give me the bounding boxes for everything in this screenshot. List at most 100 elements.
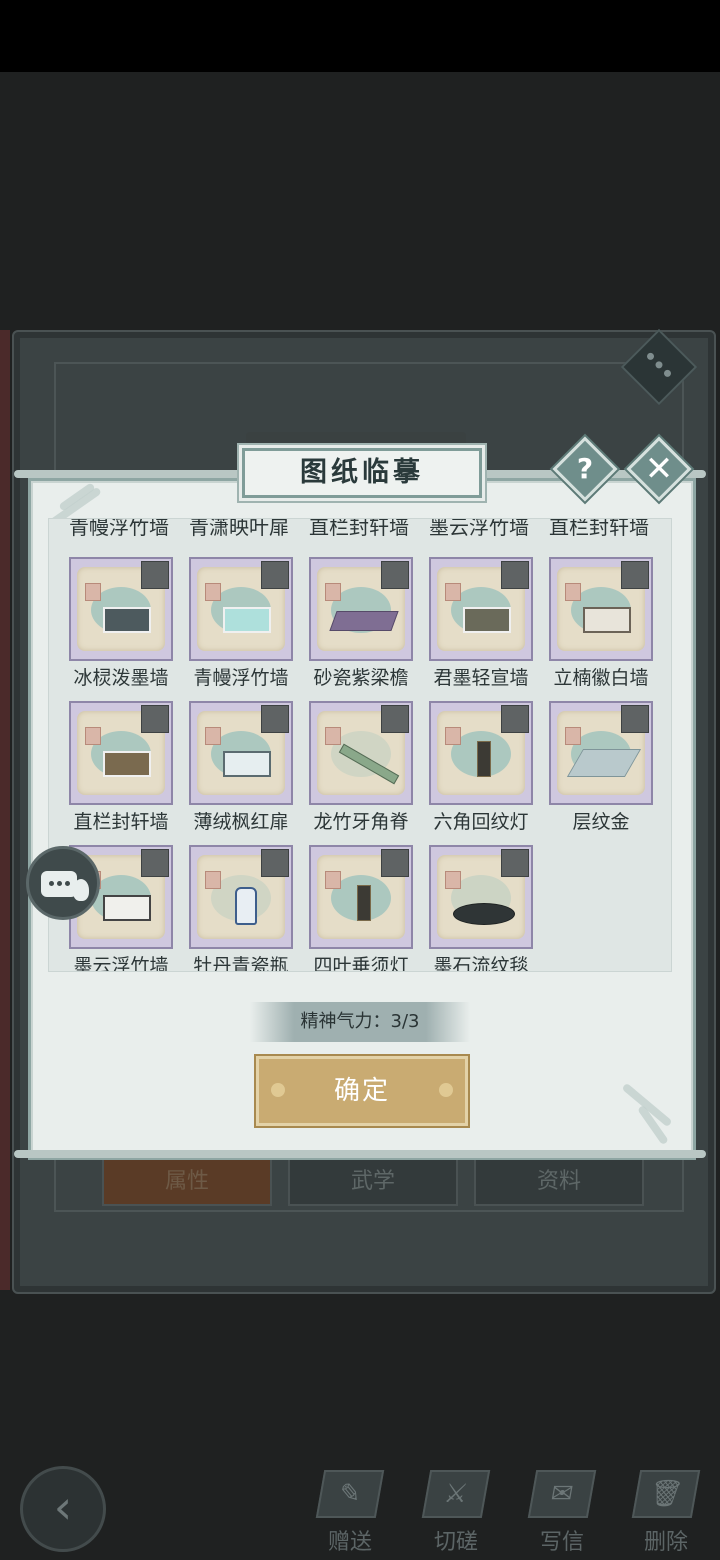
- bubble-dot: [65, 881, 70, 886]
- partial-item-label: 青潇映叶扉: [189, 519, 289, 539]
- delete-button: 🗑 删除: [620, 1470, 712, 1555]
- chat-bubble-icon: [41, 871, 77, 897]
- tab-attributes: 属性: [102, 1158, 272, 1206]
- flower-ornament-icon: [439, 1083, 453, 1097]
- blueprint-card[interactable]: [189, 701, 293, 805]
- tab-info: 资料: [474, 1158, 644, 1206]
- seal-stamp: [445, 727, 461, 745]
- trash-icon: 🗑: [631, 1470, 701, 1518]
- menu-dot: [647, 352, 655, 360]
- item-name: 立楠徽白墙: [553, 667, 649, 689]
- letter-icon: ✉: [527, 1470, 597, 1518]
- partial-item-label: 墨云浮竹墙: [429, 519, 529, 539]
- wall-building-icon: [103, 607, 151, 633]
- seal-stamp: [205, 583, 221, 601]
- dialog-bottom-rod: [14, 1150, 706, 1158]
- item-name: 薄绒枫红扉: [193, 811, 289, 833]
- select-checkbox[interactable]: [381, 705, 409, 733]
- item-name: 君墨轻宣墙: [433, 667, 529, 689]
- blueprint-card[interactable]: [69, 701, 173, 805]
- close-icon: ✕: [644, 449, 674, 489]
- select-checkbox[interactable]: [621, 705, 649, 733]
- seal-stamp: [205, 871, 221, 889]
- seal-stamp: [85, 583, 101, 601]
- select-checkbox[interactable]: [381, 561, 409, 589]
- confirm-label: 确定: [333, 1076, 390, 1106]
- blueprint-grid[interactable]: 青幔浮竹墙 青潇映叶扉 直栏封轩墙 墨云浮竹墙 直栏封轩墙 冰棂泼墨墙 青幔浮竹…: [48, 518, 672, 972]
- item-name: 六角回纹灯: [433, 811, 529, 833]
- spar-button: ⚔ 切磋: [410, 1470, 502, 1555]
- bubble-dot: [49, 881, 54, 886]
- wall-building-icon: [583, 607, 631, 633]
- select-checkbox[interactable]: [381, 849, 409, 877]
- item-name: 龙竹牙角脊: [313, 811, 409, 833]
- rug-icon: [453, 903, 515, 925]
- bubble-dot: [57, 881, 62, 886]
- blueprint-card[interactable]: [189, 557, 293, 661]
- item-name: 层纹金: [572, 811, 630, 833]
- item-name: 牡丹青瓷瓶: [193, 955, 289, 972]
- select-checkbox[interactable]: [621, 561, 649, 589]
- wall-building-icon: [463, 607, 511, 633]
- lantern-icon: [357, 885, 371, 921]
- select-checkbox[interactable]: [261, 849, 289, 877]
- question-icon: ?: [576, 452, 594, 485]
- partial-item-label: 青幔浮竹墙: [69, 519, 169, 539]
- blueprint-card[interactable]: [69, 557, 173, 661]
- select-checkbox[interactable]: [141, 849, 169, 877]
- blueprint-card[interactable]: [309, 557, 413, 661]
- seal-stamp: [325, 583, 341, 601]
- seal-stamp: [565, 583, 581, 601]
- confirm-button[interactable]: 确定: [256, 1056, 468, 1126]
- wall-building-icon: [103, 895, 151, 921]
- chat-float-button[interactable]: [26, 846, 100, 920]
- item-name: 四叶垂须灯: [313, 955, 409, 972]
- select-checkbox[interactable]: [501, 561, 529, 589]
- gift-button: ✎ 赠送: [304, 1470, 396, 1555]
- book-ribbon: [0, 330, 10, 1290]
- blueprint-card[interactable]: [429, 557, 533, 661]
- roof-eave-icon: [329, 611, 399, 631]
- blueprint-card[interactable]: [549, 701, 653, 805]
- select-checkbox[interactable]: [501, 849, 529, 877]
- energy-status: 精神气力：3/3: [250, 1002, 470, 1042]
- wall-building-icon: [223, 751, 271, 777]
- status-bar: [0, 0, 720, 72]
- blueprint-card[interactable]: [309, 701, 413, 805]
- select-checkbox[interactable]: [141, 561, 169, 589]
- blueprint-card[interactable]: [549, 557, 653, 661]
- partial-item-label: 直栏封轩墙: [309, 519, 409, 539]
- write-letter-button: ✉ 写信: [516, 1470, 608, 1555]
- blueprint-card[interactable]: [429, 701, 533, 805]
- tab-martial-arts: 武学: [288, 1158, 458, 1206]
- seal-stamp: [85, 727, 101, 745]
- blueprint-card[interactable]: [309, 845, 413, 949]
- seal-stamp: [445, 583, 461, 601]
- blueprint-card[interactable]: [189, 845, 293, 949]
- write-letter-label: 写信: [539, 1530, 584, 1555]
- sword-icon: ⚔: [421, 1470, 491, 1518]
- blueprint-card[interactable]: [429, 845, 533, 949]
- lantern-icon: [477, 741, 491, 777]
- select-checkbox[interactable]: [501, 705, 529, 733]
- dialog-title: 图纸临摹: [242, 448, 482, 498]
- flower-ornament-icon: [271, 1083, 285, 1097]
- seal-stamp: [325, 871, 341, 889]
- gourd-icon: [73, 879, 89, 901]
- seal-stamp: [445, 871, 461, 889]
- menu-dot: [655, 361, 663, 369]
- gift-scroll-icon: ✎: [315, 1470, 385, 1518]
- select-checkbox[interactable]: [261, 705, 289, 733]
- select-checkbox[interactable]: [261, 561, 289, 589]
- item-name: 青幔浮竹墙: [193, 667, 289, 689]
- item-name: 墨云浮竹墙: [73, 955, 169, 972]
- item-name: 砂瓷紫梁檐: [313, 667, 409, 689]
- select-checkbox[interactable]: [141, 705, 169, 733]
- wall-building-icon: [223, 607, 271, 633]
- seal-stamp: [325, 727, 341, 745]
- wall-building-icon: [103, 751, 151, 777]
- seal-stamp: [565, 727, 581, 745]
- partial-row: 青幔浮竹墙 青潇映叶扉 直栏封轩墙 墨云浮竹墙 直栏封轩墙: [49, 519, 671, 545]
- item-name: 冰棂泼墨墙: [73, 667, 169, 689]
- gift-label: 赠送: [327, 1530, 372, 1555]
